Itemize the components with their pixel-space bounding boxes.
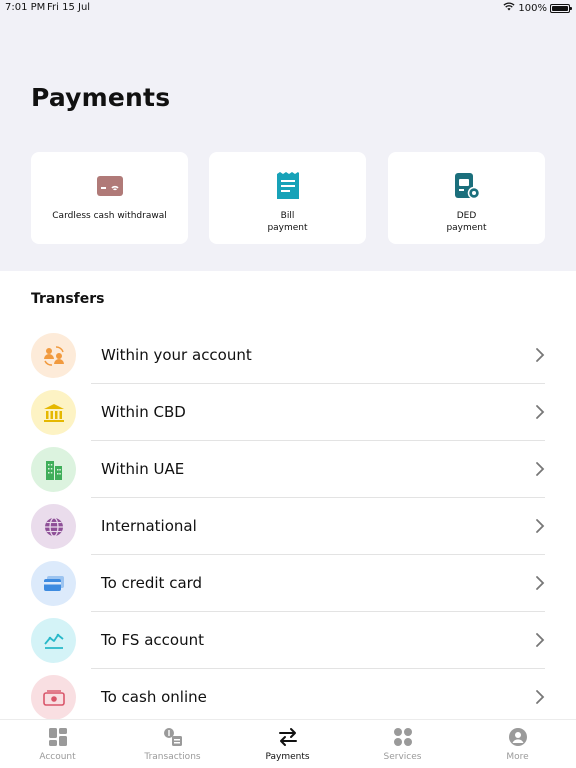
tab-account[interactable]: Account xyxy=(0,726,115,768)
ded-payment-label: DED payment xyxy=(446,211,487,233)
chevron-right-icon xyxy=(536,405,545,419)
status-bar: 7:01 PM Fri 15 Jul 100% xyxy=(0,0,576,16)
transfer-label: To FS account xyxy=(101,631,204,649)
battery-icon xyxy=(550,3,572,13)
transfer-label: To cash online xyxy=(101,688,207,706)
bank-icon xyxy=(31,390,76,435)
tab-payments[interactable]: Payments xyxy=(230,726,345,768)
cardless-cash-label: Cardless cash withdrawal xyxy=(52,211,167,221)
transfer-international[interactable]: International xyxy=(0,498,576,555)
battery-fill xyxy=(552,5,568,11)
tab-transactions[interactable]: Transactions xyxy=(115,726,230,768)
transfer-label: Within CBD xyxy=(101,403,186,421)
tab-label: Transactions xyxy=(144,752,201,762)
tab-more[interactable]: More xyxy=(460,726,575,768)
cash-icon xyxy=(31,675,76,720)
transfer-within-account[interactable]: Within your account xyxy=(0,327,576,384)
transfer-label: To credit card xyxy=(101,574,203,592)
tab-label: Payments xyxy=(265,752,310,762)
payments-arrows-icon xyxy=(277,726,299,748)
transactions-icon xyxy=(162,726,184,748)
wifi-icon xyxy=(503,2,515,14)
tab-bar: Account Transactions Payments Services M… xyxy=(0,719,576,768)
status-date: Fri 15 Jul xyxy=(47,2,91,13)
ded-payment-card[interactable]: DED payment xyxy=(388,152,545,244)
chevron-right-icon xyxy=(536,576,545,590)
people-exchange-icon xyxy=(31,333,76,378)
bill-icon xyxy=(274,172,302,200)
page-title: Payments xyxy=(31,83,171,112)
cardless-cash-icon xyxy=(96,172,124,200)
chevron-right-icon xyxy=(536,633,545,647)
cardless-cash-card[interactable]: Cardless cash withdrawal xyxy=(31,152,188,244)
tab-services[interactable]: Services xyxy=(345,726,460,768)
transfer-fs-account[interactable]: To FS account xyxy=(0,612,576,669)
transfer-credit-card[interactable]: To credit card xyxy=(0,555,576,612)
transfer-within-cbd[interactable]: Within CBD xyxy=(0,384,576,441)
ded-icon xyxy=(453,172,481,200)
buildings-icon xyxy=(31,447,76,492)
chevron-right-icon xyxy=(536,348,545,362)
transfer-label: Within your account xyxy=(101,346,252,364)
credit-card-icon xyxy=(31,561,76,606)
account-grid-icon xyxy=(47,726,69,748)
tab-label: Services xyxy=(383,752,422,762)
services-dots-icon xyxy=(392,726,414,748)
battery-percent: 100% xyxy=(518,2,547,14)
chart-icon xyxy=(31,618,76,663)
transfers-section-title: Transfers xyxy=(31,291,105,307)
status-right: 100% xyxy=(503,2,572,14)
chevron-right-icon xyxy=(536,519,545,533)
transfer-within-uae[interactable]: Within UAE xyxy=(0,441,576,498)
bill-payment-label: Bill payment xyxy=(267,211,308,233)
transfer-label: International xyxy=(101,517,197,535)
bill-payment-card[interactable]: Bill payment xyxy=(209,152,366,244)
globe-icon xyxy=(31,504,76,549)
more-profile-icon xyxy=(507,726,529,748)
transfer-cash-online[interactable]: To cash online xyxy=(0,669,576,726)
tab-label: Account xyxy=(39,752,76,762)
tab-label: More xyxy=(506,752,529,762)
status-time: 7:01 PM xyxy=(5,2,46,13)
transfer-label: Within UAE xyxy=(101,460,185,478)
chevron-right-icon xyxy=(536,462,545,476)
chevron-right-icon xyxy=(536,690,545,704)
